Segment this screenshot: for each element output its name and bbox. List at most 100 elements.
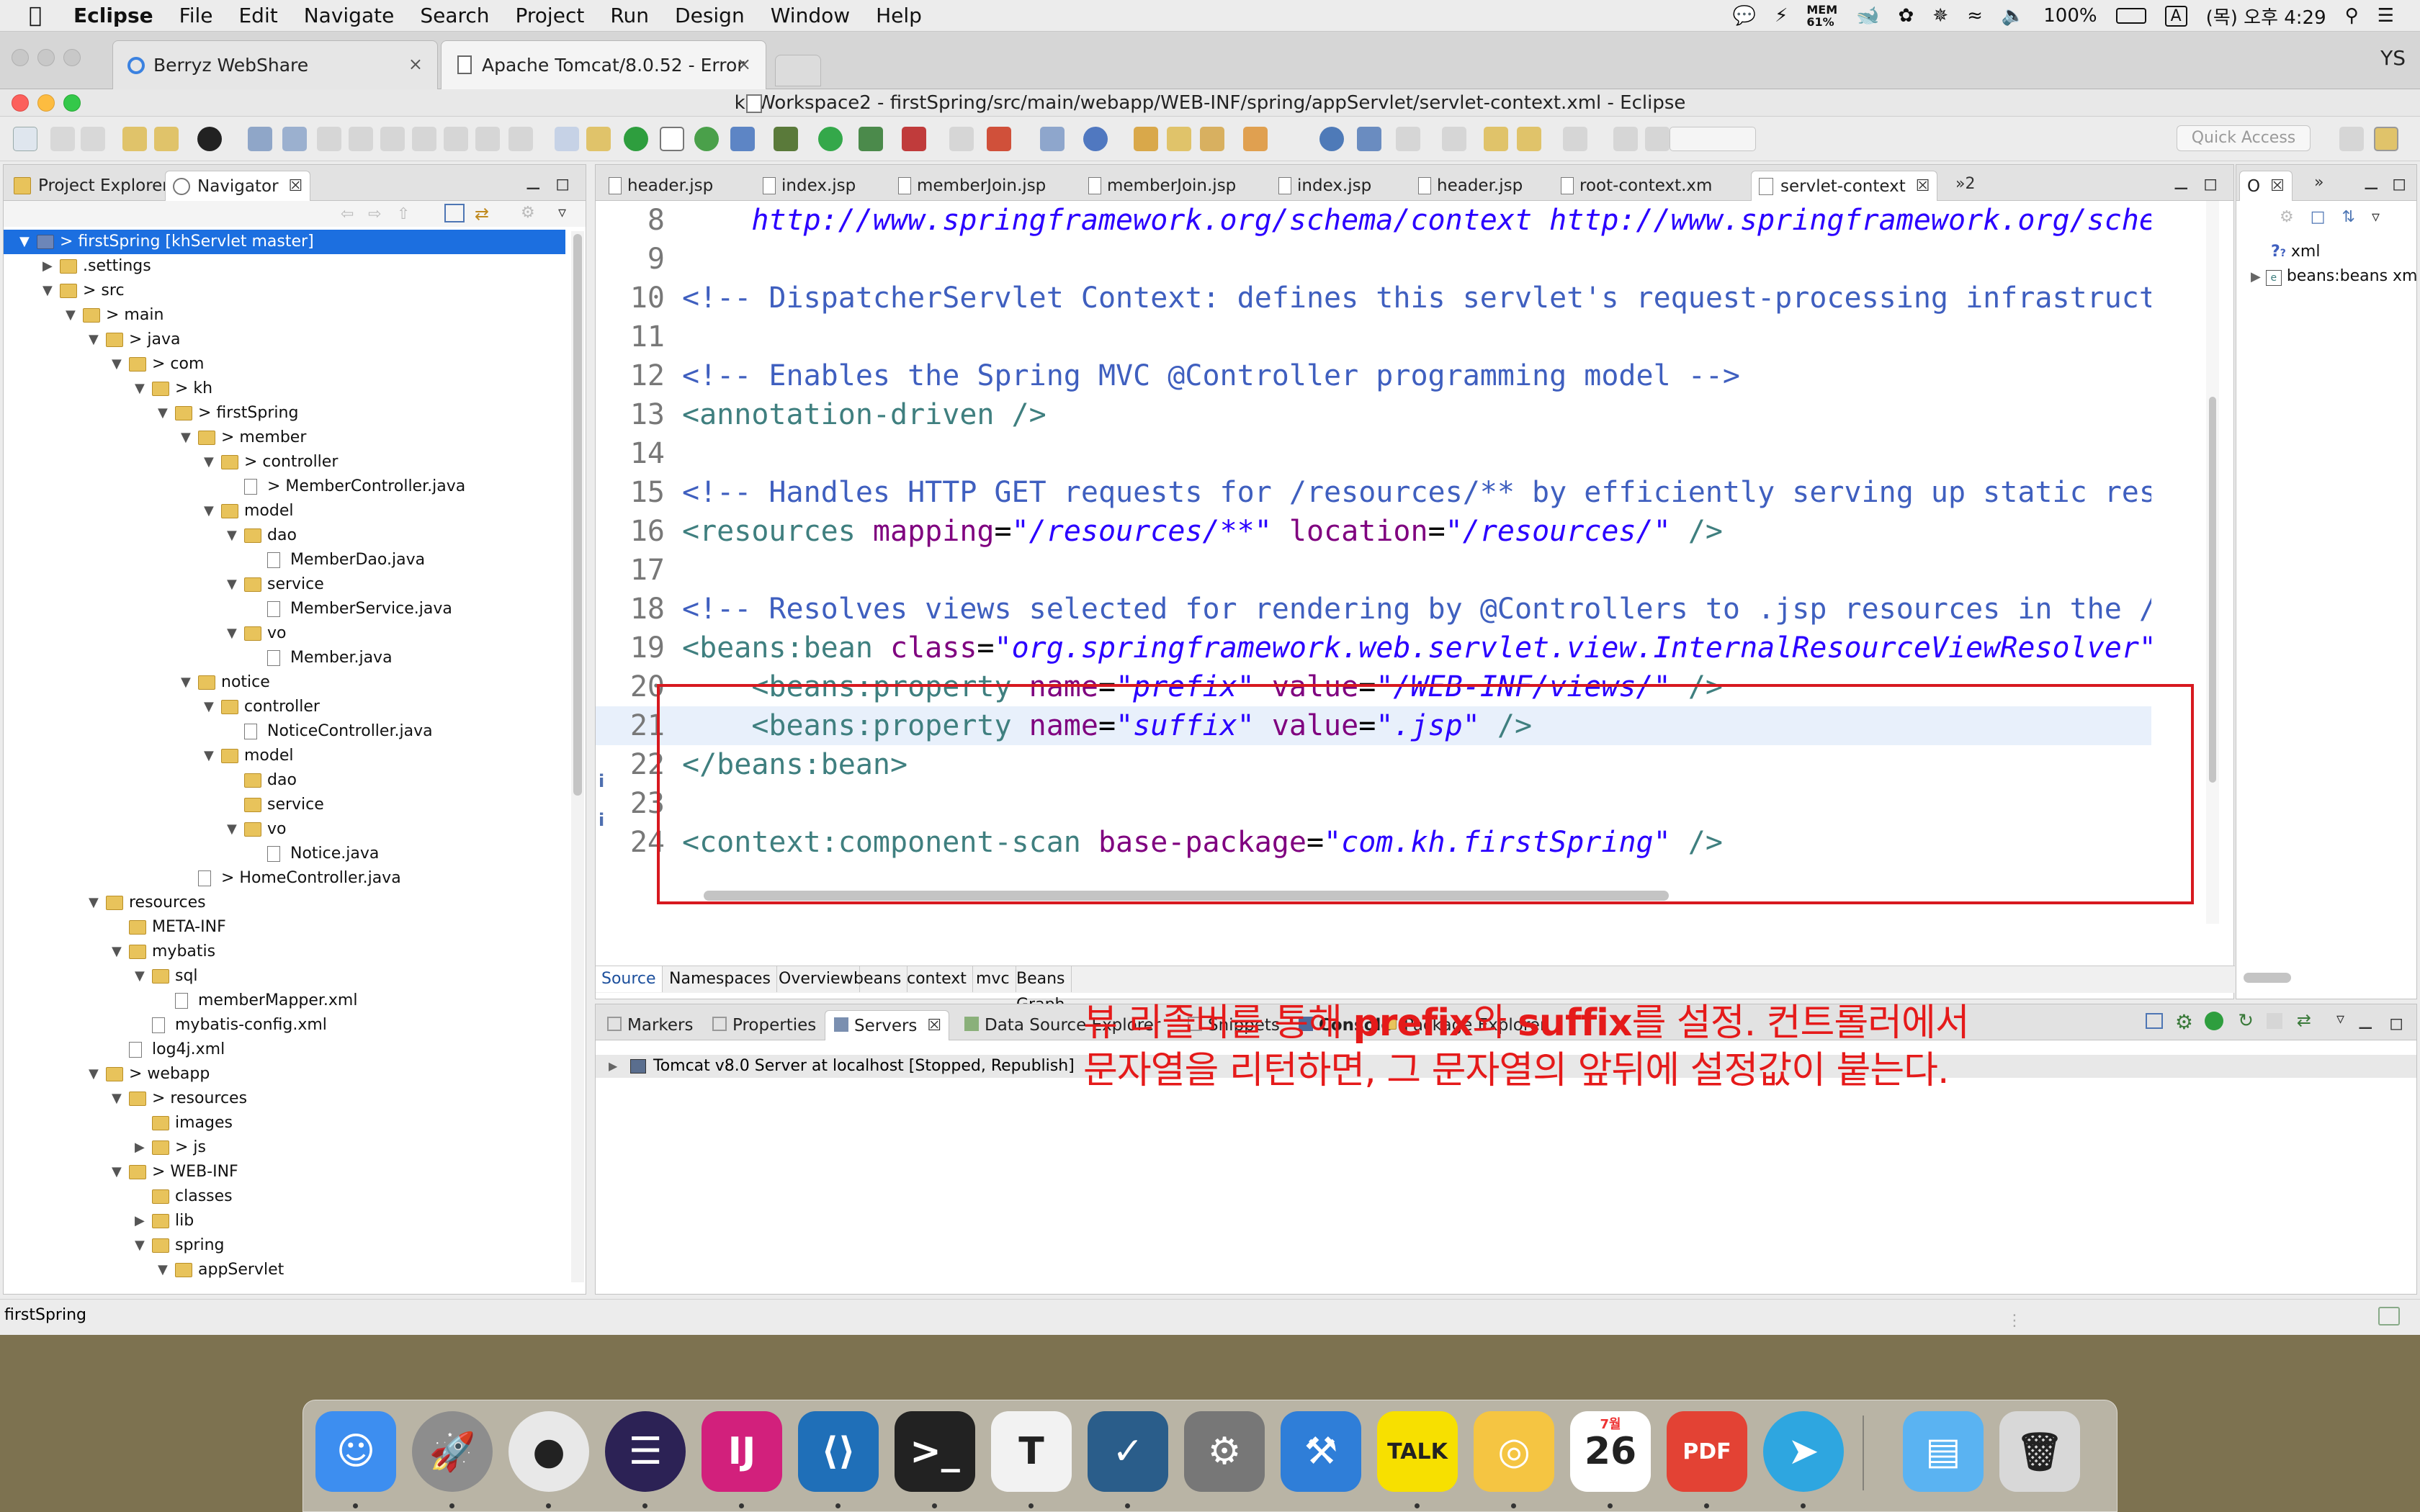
close-icon[interactable]: ☒ — [1916, 177, 1930, 195]
code-line[interactable]: 14 — [596, 434, 2151, 473]
expand-arrow-icon[interactable]: ▶ — [609, 1055, 617, 1078]
browser-tab-webshare[interactable]: Berryz WebShare × — [112, 40, 438, 89]
minimize-icon[interactable]: ⚊ — [2357, 1013, 2373, 1033]
tree-item[interactable]: ▼ > src — [4, 279, 565, 303]
expanded-arrow-icon[interactable]: ▼ — [204, 499, 214, 523]
expanded-arrow-icon[interactable]: ▼ — [181, 426, 191, 450]
coverage-icon[interactable] — [859, 127, 883, 151]
tree-item[interactable]: ▼ > kh — [4, 377, 565, 401]
disconnect-icon[interactable] — [412, 127, 436, 151]
menu-run[interactable]: Run — [610, 4, 649, 27]
save-icon[interactable] — [50, 127, 75, 151]
tree-item[interactable]: ▼ > java — [4, 328, 565, 352]
build-icon[interactable] — [122, 127, 147, 151]
tree-scrollbar[interactable] — [571, 231, 584, 1282]
launchpad-dock-icon[interactable]: 🚀 — [412, 1411, 493, 1492]
editor-tab-servlet-context[interactable]: servlet-context ☒ — [1751, 171, 1938, 201]
view-menu-icon[interactable]: ▿ — [2372, 208, 2380, 226]
step-into-icon[interactable] — [444, 127, 468, 151]
maximize-icon[interactable]: ◻ — [2392, 174, 2406, 194]
menu-project[interactable]: Project — [516, 4, 585, 27]
expanded-arrow-icon[interactable]: ▼ — [227, 523, 237, 548]
save-all-icon[interactable] — [81, 127, 105, 151]
view-menu-icon[interactable]: ▿ — [558, 204, 566, 222]
input-source[interactable]: A — [2164, 5, 2187, 27]
chat-bubble-icon[interactable]: 💬 — [1733, 5, 1756, 27]
tree-item[interactable]: ▼ > WEB-INF — [4, 1160, 565, 1184]
menu-help[interactable]: Help — [876, 4, 922, 27]
tree-item[interactable]: ▼ vo — [4, 621, 565, 646]
filter-icon[interactable]: ⚙ — [521, 204, 535, 222]
expanded-arrow-icon[interactable]: ▼ — [112, 352, 122, 377]
git-icon[interactable] — [197, 127, 222, 151]
info-marker-icon[interactable]: i — [599, 810, 609, 849]
tree-item[interactable]: ▼ spring — [4, 1233, 565, 1258]
forward-icon[interactable] — [1563, 127, 1587, 151]
tab-markers[interactable]: Markers — [599, 1010, 700, 1040]
shield-dock-icon[interactable]: ✓ — [1088, 1411, 1168, 1492]
expanded-arrow-icon[interactable]: ▼ — [204, 744, 214, 768]
tree-item[interactable]: ▼ > com — [4, 352, 565, 377]
tab-navigator[interactable]: Navigator ☒ — [165, 171, 311, 201]
docker-whale-icon[interactable]: 🐋 — [1856, 5, 1879, 27]
debug-server-icon[interactable]: ⚙ — [2175, 1010, 2193, 1034]
menu-navigate[interactable]: Navigate — [304, 4, 395, 27]
xcode-dock-icon[interactable]: ⚒ — [1281, 1411, 1361, 1492]
alphabetical-sort-icon[interactable]: ⇅ — [2342, 208, 2355, 226]
source-tab[interactable]: context — [901, 966, 973, 992]
step-over-icon[interactable] — [475, 127, 500, 151]
tree-item[interactable]: ▼ > webapp — [4, 1062, 565, 1086]
new-class-icon[interactable] — [1083, 127, 1108, 151]
expanded-arrow-icon[interactable]: ▼ — [112, 1086, 122, 1111]
new-java-project-icon[interactable] — [1040, 127, 1065, 151]
expanded-arrow-icon[interactable]: ▼ — [227, 572, 237, 597]
editor-tab-root-context[interactable]: root-context.xm — [1555, 171, 1719, 201]
outline-scroll-thumb[interactable] — [2244, 973, 2291, 983]
system-preferences-dock-icon[interactable]: ⚙ — [1184, 1411, 1265, 1492]
pen-icon[interactable] — [1613, 127, 1638, 151]
code-line[interactable]: 19 <beans:bean class="org.springframework… — [596, 629, 2151, 667]
collapse-all-icon[interactable] — [2146, 1013, 2163, 1029]
expanded-arrow-icon[interactable]: ▼ — [112, 1160, 122, 1184]
toggle-block-icon[interactable] — [660, 127, 684, 151]
code-line[interactable]: 16 <resources mapping="/resources/**" loc… — [596, 512, 2151, 551]
profile-button[interactable]: YS — [2380, 46, 2406, 70]
tree-item[interactable]: ▼ > member — [4, 426, 565, 450]
close-icon[interactable]: × — [408, 54, 423, 74]
lightning-icon[interactable]: ⚡ — [1775, 5, 1788, 27]
tree-item[interactable]: > MemberController.java — [4, 474, 565, 499]
web-browser-icon[interactable] — [1319, 127, 1344, 151]
expanded-arrow-icon[interactable]: ▼ — [112, 940, 122, 964]
telegram-dock-icon[interactable]: ➤ — [1763, 1411, 1844, 1492]
java-ee-perspective-icon[interactable] — [2374, 127, 2398, 151]
expanded-arrow-icon[interactable]: ▼ — [89, 1062, 99, 1086]
pin-icon[interactable] — [1357, 127, 1381, 151]
collapse-icon[interactable]: □ — [2311, 208, 2326, 226]
editor-vertical-scrollbar[interactable] — [2206, 201, 2219, 924]
apple-icon[interactable]:  — [29, 3, 58, 28]
kakaotalk-dock-icon[interactable]: TALK — [1377, 1411, 1458, 1492]
expanded-arrow-icon[interactable]: ▼ — [158, 1258, 168, 1282]
grid-icon[interactable] — [1645, 127, 1670, 151]
flower-icon[interactable]: ✿ — [1899, 5, 1914, 27]
tree-item[interactable]: ▶ > js — [4, 1135, 565, 1160]
back-icon[interactable] — [1517, 127, 1541, 151]
tree-item[interactable]: ▼ vo — [4, 817, 565, 842]
tree-item[interactable]: Notice.java — [4, 842, 565, 866]
code-line[interactable]: 18 <!-- Resolves views selected for rende… — [596, 590, 2151, 629]
expanded-arrow-icon[interactable]: ▼ — [158, 401, 168, 426]
tree-item[interactable]: ▼ > resources — [4, 1086, 565, 1111]
clock[interactable]: (목) 오후 4:29 — [2206, 3, 2326, 30]
tree-item[interactable]: ▼ resources — [4, 891, 565, 915]
battery-icon[interactable] — [2115, 8, 2146, 24]
terminal-dock-icon[interactable]: >_ — [895, 1411, 975, 1492]
expanded-arrow-icon[interactable]: ▼ — [204, 450, 214, 474]
tree-item[interactable]: log4j.xml — [4, 1038, 565, 1062]
new-tab-button[interactable] — [775, 55, 821, 86]
tree-item[interactable]: ▼ notice — [4, 670, 565, 695]
downloads-folder-dock-icon[interactable]: ▤ — [1903, 1411, 1984, 1492]
more-views-icon[interactable]: » — [2314, 174, 2323, 192]
tab-outline[interactable]: O ☒ — [2239, 171, 2293, 201]
expanded-arrow-icon[interactable]: ▼ — [135, 964, 145, 989]
typora-dock-icon[interactable]: T — [991, 1411, 1072, 1492]
